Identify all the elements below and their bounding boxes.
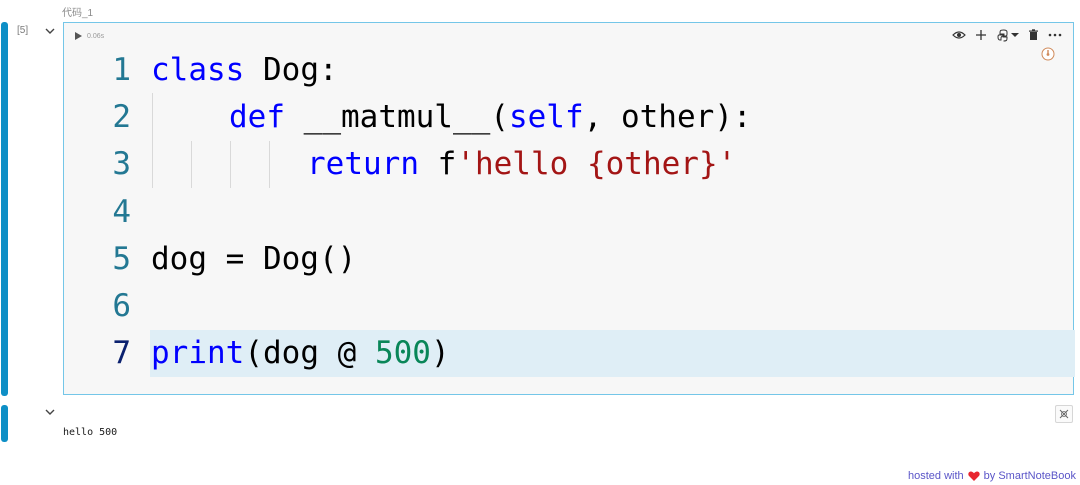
code-line-current: 7 print(dog @ 500) [112,329,1075,378]
footer-link[interactable]: by SmartNoteBook [984,470,1076,482]
trash-icon[interactable] [1025,27,1041,43]
cell-selection-bar[interactable] [1,22,8,396]
indent-guide [269,140,270,188]
code-text: dog = Dog() [151,240,357,277]
code-line: 1 class Dog: [64,46,1073,93]
line-number: 2 [112,98,131,135]
line-number: 4 [112,193,131,230]
execution-count: [5] [17,25,29,36]
line-number: 6 [112,288,131,325]
code-line: 5 dog = Dog() [64,235,1073,282]
code-editor[interactable]: 1 class Dog: 2 def __matmul__(self, othe… [64,46,1075,378]
indent-guide [152,93,153,141]
code-line: 3 return f'hello {other}' [64,140,1073,188]
plus-icon[interactable] [973,27,989,43]
heart-icon [968,471,980,481]
output-selection-bar[interactable] [1,405,8,442]
chevron-down-icon[interactable] [44,407,56,417]
python-kernel-icon[interactable] [995,27,1011,43]
footer-prefix: hosted with [908,470,964,482]
code-text: def __matmul__(self, other): [229,98,752,135]
line-number: 3 [112,146,131,183]
indent-guide [152,140,153,188]
indent-guide [191,140,192,188]
run-icon[interactable] [74,31,83,41]
cell-toolbar [951,27,1063,43]
eye-icon[interactable] [951,27,967,43]
cell-title: 代码_1 [62,8,94,19]
indent-guide [230,140,231,188]
code-text: return f'hello {other}' [307,146,737,183]
line-number: 7 [112,335,131,372]
code-text: class Dog: [151,51,338,88]
line-number: 5 [112,240,131,277]
code-line: 2 def __matmul__(self, other): [64,93,1073,141]
line-number: 1 [112,51,131,88]
code-line: 4 [64,188,1073,235]
chevron-down-icon[interactable] [44,26,56,36]
code-text: print(dog @ 500) [151,335,450,372]
code-line: 6 [64,282,1073,329]
code-cell[interactable]: 0.06s 1 class Dog: 2 def __matmul__(self… [63,22,1075,395]
output-actions-icon[interactable] [1055,405,1073,423]
footer: hosted with by SmartNoteBook [908,470,1076,482]
output-text: hello 500 [63,427,118,438]
dropdown-icon[interactable] [1011,27,1019,43]
run-duration: 0.06s [87,32,105,40]
more-icon[interactable] [1047,27,1063,43]
